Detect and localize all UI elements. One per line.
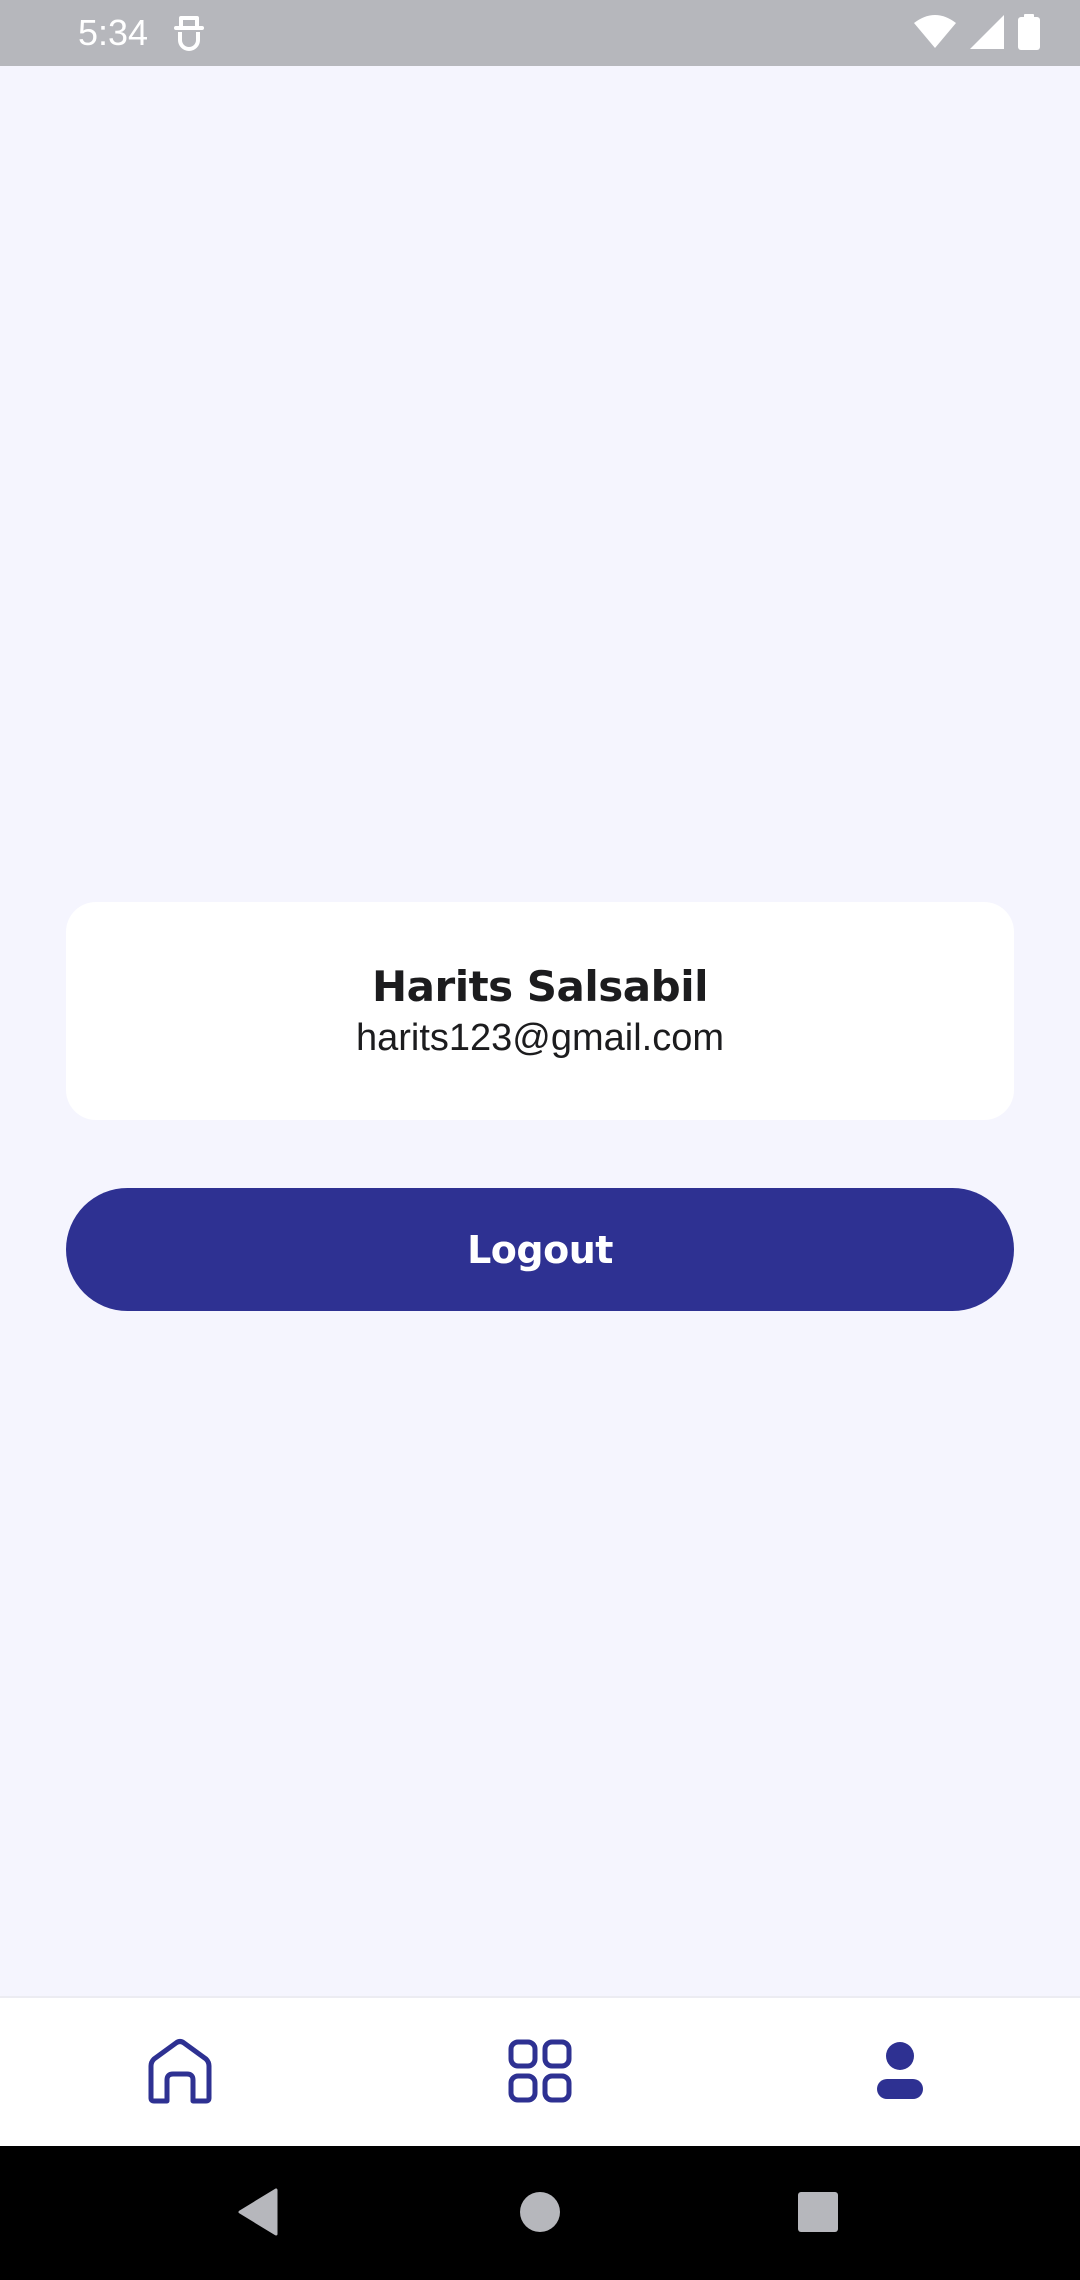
signal-icon bbox=[970, 14, 1004, 54]
recents-square-icon bbox=[797, 2191, 839, 2238]
back-triangle-icon bbox=[236, 2188, 280, 2241]
system-navigation-bar bbox=[0, 2146, 1080, 2280]
status-time: 5:34 bbox=[78, 12, 149, 53]
grid-icon bbox=[508, 2039, 572, 2108]
home-circle-icon bbox=[518, 2190, 562, 2239]
bottom-navigation bbox=[0, 1996, 1080, 2146]
wifi-icon bbox=[914, 14, 956, 54]
logout-button[interactable]: Logout bbox=[66, 1188, 1014, 1311]
system-recents-button[interactable] bbox=[790, 2186, 846, 2242]
profile-icon bbox=[875, 2041, 925, 2106]
nav-item-profile[interactable] bbox=[855, 2028, 945, 2118]
status-icons bbox=[914, 13, 1040, 55]
profile-card: Harits Salsabil harits123@gmail.com bbox=[66, 902, 1014, 1120]
nav-item-categories[interactable] bbox=[495, 2028, 585, 2118]
status-bar: 5:34 bbox=[0, 0, 1080, 66]
system-back-button[interactable] bbox=[230, 2186, 286, 2242]
nav-item-home[interactable] bbox=[135, 2028, 225, 2118]
profile-email: harits123@gmail.com bbox=[355, 1017, 725, 1059]
notification-app-icon bbox=[172, 14, 206, 52]
profile-screen: 5:34 Harits Salsabil harits123@gmail.com… bbox=[0, 0, 1080, 2280]
system-home-button[interactable] bbox=[512, 2186, 568, 2242]
profile-name: Harits Salsabil bbox=[372, 962, 709, 1011]
battery-icon bbox=[1018, 13, 1040, 55]
home-icon bbox=[145, 2038, 215, 2109]
